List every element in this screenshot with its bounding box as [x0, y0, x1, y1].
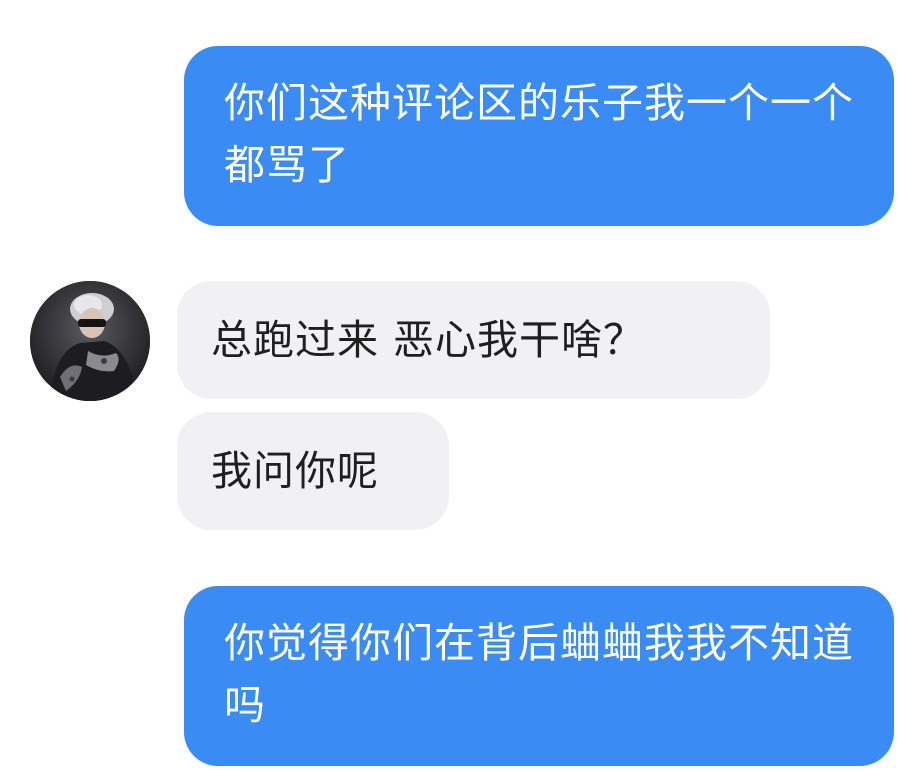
- incoming-message-bubble[interactable]: 总跑过来 恶心我干啥？: [177, 281, 770, 399]
- incoming-message-bubble[interactable]: 我问你呢: [177, 412, 449, 530]
- contact-avatar[interactable]: [30, 281, 150, 401]
- outgoing-message-bubble[interactable]: 你觉得你们在背后蛐蛐我我不知道吗: [184, 586, 894, 766]
- user-photo-avatar-icon: [30, 281, 150, 401]
- outgoing-message-bubble[interactable]: 你们这种评论区的乐子我一个一个都骂了: [184, 46, 894, 226]
